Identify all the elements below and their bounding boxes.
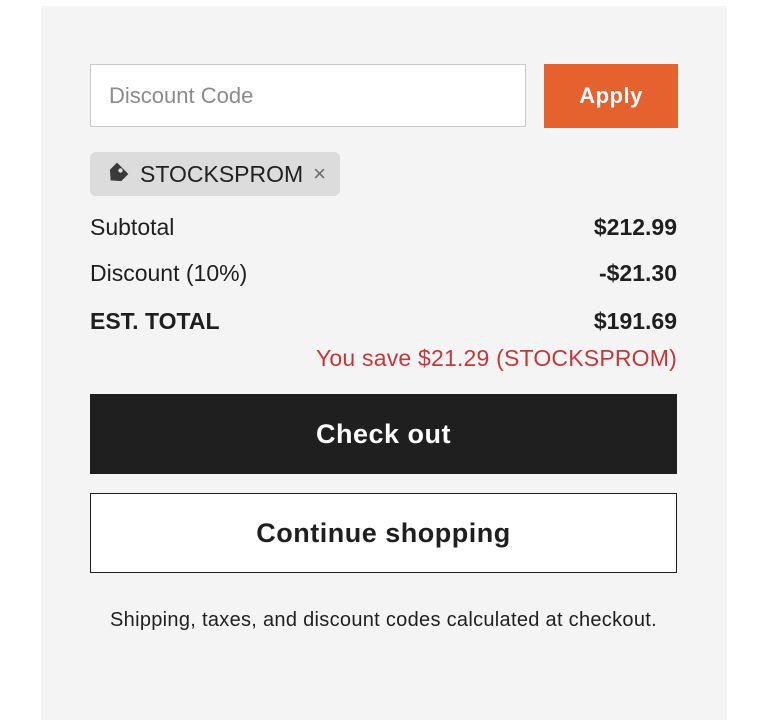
continue-shopping-button[interactable]: Continue shopping <box>90 493 677 573</box>
discount-code-row: Apply <box>90 64 678 129</box>
checkout-footnote: Shipping, taxes, and discount codes calc… <box>110 609 657 631</box>
estimated-total-value: $191.69 <box>593 308 677 334</box>
discount-row: Discount (10%) -$21.30 <box>90 260 677 287</box>
discount-label: Discount (10%) <box>90 260 248 286</box>
discount-code-input[interactable] <box>90 64 526 127</box>
tag-icon <box>104 161 130 187</box>
applied-discount-code: STOCKSPROM <box>140 160 304 187</box>
applied-discount-chip: STOCKSPROM × <box>90 152 341 196</box>
savings-message: You save $21.29 (STOCKSPROM) <box>316 345 677 371</box>
estimated-total-label: EST. TOTAL <box>90 308 220 334</box>
apply-discount-button[interactable]: Apply <box>544 64 678 128</box>
discount-value: -$21.30 <box>598 260 677 286</box>
close-icon[interactable]: × <box>313 163 326 185</box>
subtotal-row: Subtotal $212.99 <box>90 214 677 241</box>
checkout-button[interactable]: Check out <box>90 394 677 474</box>
subtotal-label: Subtotal <box>90 214 175 240</box>
subtotal-value: $212.99 <box>593 214 677 240</box>
estimated-total-row: EST. TOTAL $191.69 <box>90 308 677 335</box>
